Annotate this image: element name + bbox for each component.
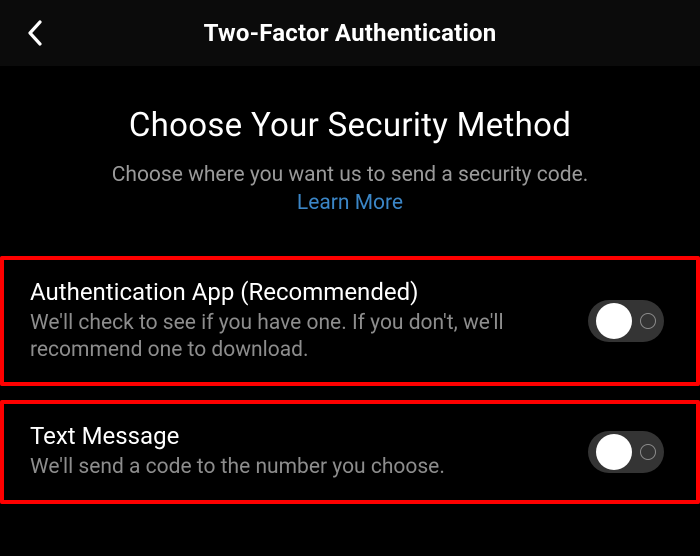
- learn-more-link[interactable]: Learn More: [297, 191, 403, 215]
- option-description: We'll send a code to the number you choo…: [30, 454, 530, 481]
- toggle-knob-icon: [596, 303, 632, 339]
- back-button[interactable]: [22, 20, 48, 46]
- options-list: Authentication App (Recommended) We'll c…: [0, 238, 700, 504]
- option-title: Authentication App (Recommended): [30, 278, 530, 306]
- toggle-knob-icon: [596, 434, 632, 470]
- navbar: Two-Factor Authentication: [0, 0, 700, 66]
- option-auth-app[interactable]: Authentication App (Recommended) We'll c…: [0, 256, 700, 387]
- toggle-auth-app[interactable]: [588, 300, 664, 342]
- option-text-message[interactable]: Text Message We'll send a code to the nu…: [0, 400, 700, 503]
- hero-heading: Choose Your Security Method: [30, 106, 670, 145]
- chevron-left-icon: [26, 19, 44, 47]
- toggle-text-message[interactable]: [588, 431, 664, 473]
- option-title: Text Message: [30, 422, 530, 450]
- hero-subtext: Choose where you want us to send a secur…: [30, 161, 670, 218]
- toggle-ring-icon: [640, 444, 656, 460]
- toggle-ring-icon: [640, 313, 656, 329]
- hero: Choose Your Security Method Choose where…: [0, 66, 700, 238]
- option-description: We'll check to see if you have one. If y…: [30, 310, 530, 365]
- page-title: Two-Factor Authentication: [20, 19, 680, 47]
